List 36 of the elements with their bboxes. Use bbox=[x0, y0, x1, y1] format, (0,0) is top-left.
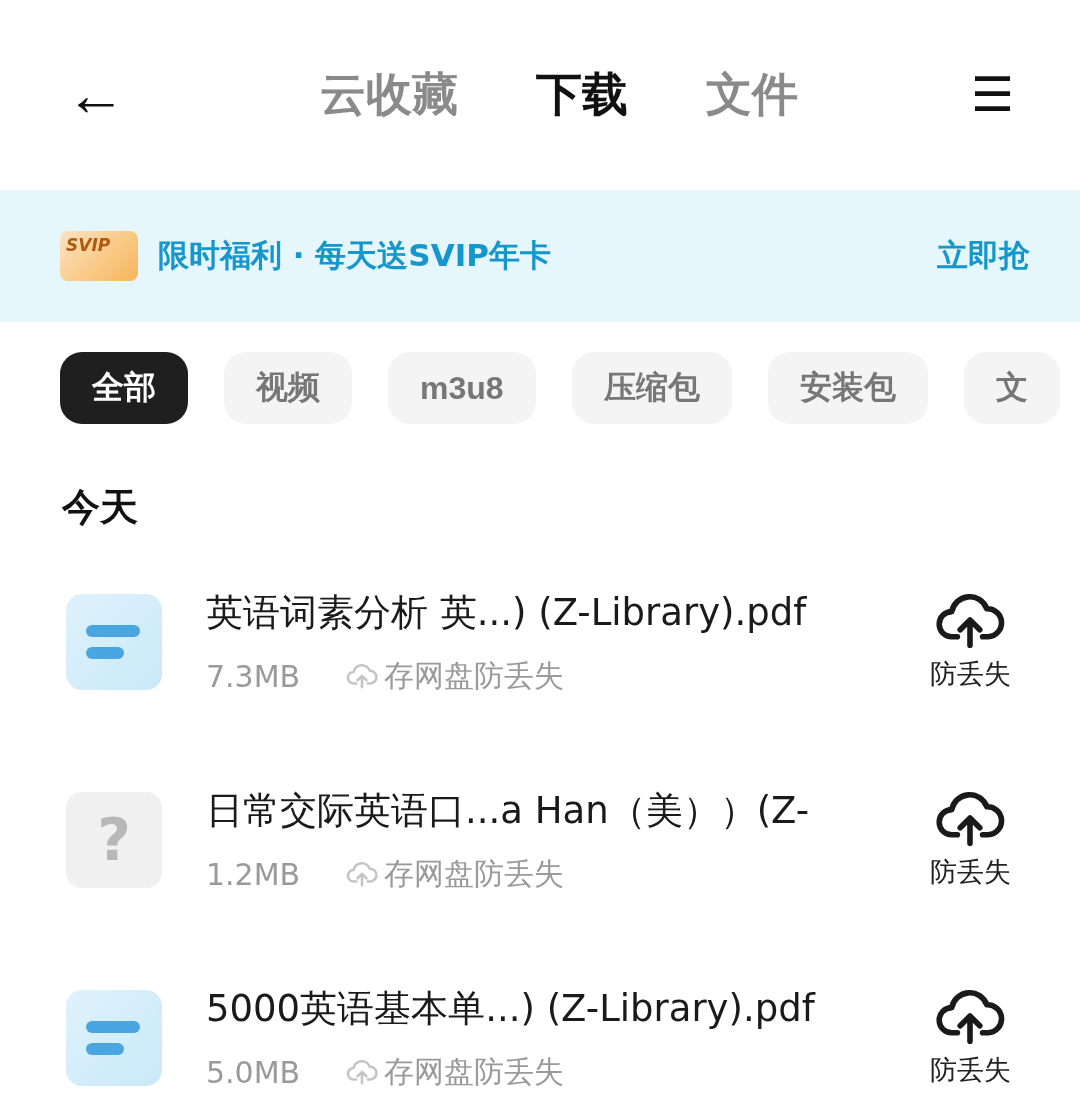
tab[interactable]: 文件 bbox=[706, 64, 798, 126]
file-size: 7.3MB bbox=[206, 658, 301, 694]
file-size: 1.2MB bbox=[206, 856, 301, 892]
save-hint: 存网盘防丢失 bbox=[384, 854, 565, 893]
file-name: 英语词素分析 英...) (Z-Library).pdf bbox=[206, 589, 808, 636]
backup-button[interactable]: 防丢失 bbox=[920, 988, 1020, 1088]
backup-button[interactable]: 防丢失 bbox=[920, 592, 1020, 692]
menu-button[interactable]: ☰ bbox=[960, 71, 1024, 119]
section-heading: 今天 bbox=[61, 484, 139, 531]
filter-chip[interactable]: 视频 bbox=[224, 352, 352, 424]
tab[interactable]: 云收藏 bbox=[320, 64, 458, 126]
filter-chip[interactable]: 压缩包 bbox=[571, 352, 732, 424]
backup-button[interactable]: 防丢失 bbox=[920, 790, 1020, 890]
file-name: 日常交际英语口...a Han（美））(Z- bbox=[206, 787, 811, 834]
unknown-file-icon: ? bbox=[66, 792, 162, 888]
save-hint: 存网盘防丢失 bbox=[384, 656, 565, 695]
tab[interactable]: 下载 bbox=[536, 64, 628, 126]
cloud-upload-icon bbox=[935, 790, 1005, 846]
svip-badge: SVIP bbox=[60, 231, 138, 281]
file-size: 5.0MB bbox=[206, 1054, 301, 1090]
filter-chip[interactable]: 全部 bbox=[60, 352, 188, 424]
cloud-upload-icon bbox=[935, 592, 1005, 648]
cloud-upload-icon bbox=[346, 1059, 379, 1085]
document-icon bbox=[66, 594, 162, 690]
filter-chip[interactable]: 文 bbox=[963, 352, 1060, 424]
filter-chip[interactable]: m3u8 bbox=[388, 352, 536, 424]
cloud-upload-icon bbox=[346, 663, 379, 689]
cloud-upload-icon bbox=[935, 988, 1005, 1044]
grab-button[interactable]: 立即抢 bbox=[937, 235, 1030, 277]
file-name: 5000英语基本单...) (Z-Library).pdf bbox=[206, 985, 817, 1032]
filter-chip[interactable]: 安装包 bbox=[767, 352, 928, 424]
save-hint: 存网盘防丢失 bbox=[384, 1052, 565, 1091]
document-icon bbox=[66, 990, 162, 1086]
cloud-upload-icon bbox=[346, 861, 379, 887]
promo-text: 限时福利 · 每天送SVIP年卡 bbox=[158, 236, 552, 275]
back-button[interactable]: ← bbox=[64, 65, 128, 125]
